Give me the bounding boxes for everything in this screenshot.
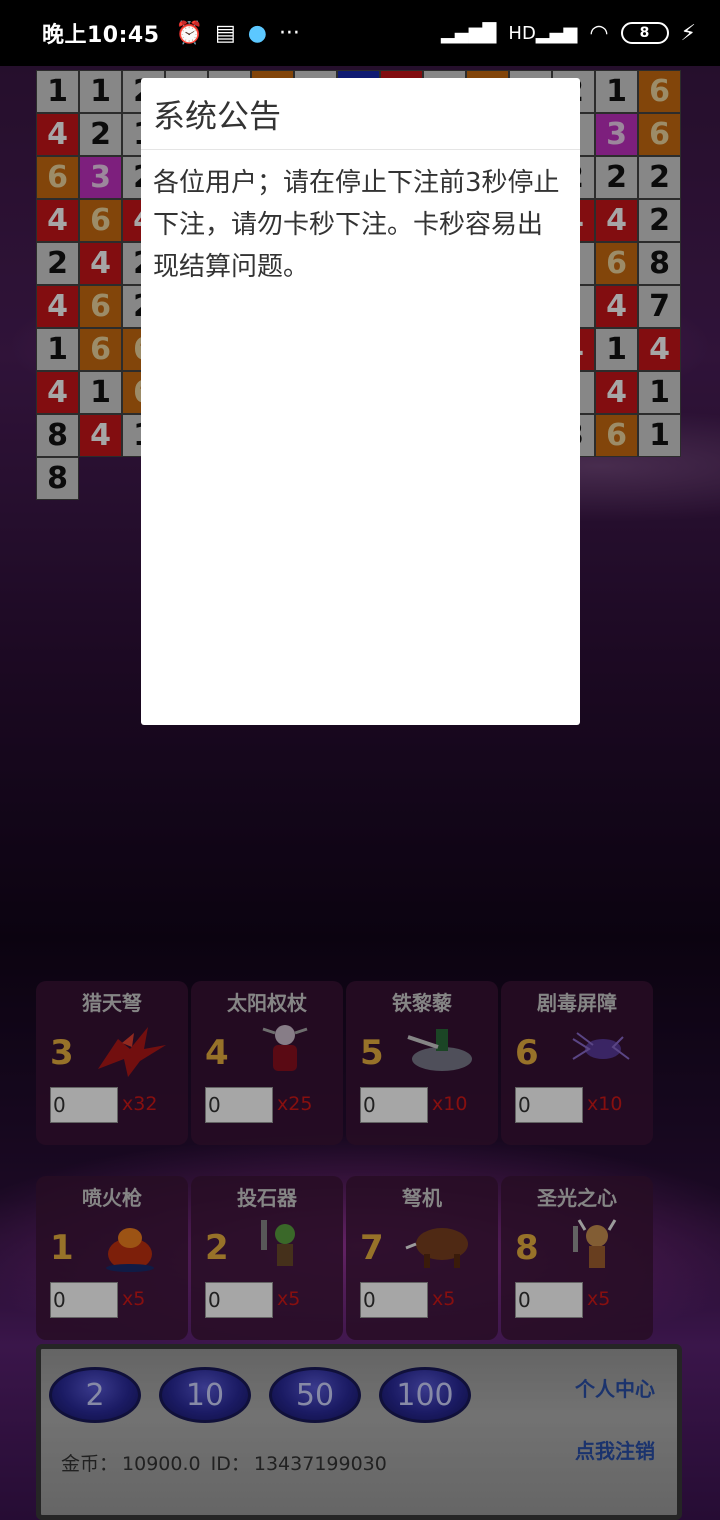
signal-icon: ▂▄▆█ [441, 22, 497, 44]
battery-icon: 8 [620, 22, 669, 44]
announcement-dialog: 系统公告 各位用户；请在停止下注前3秒停止下注，请勿卡秒下注。卡秒容易出现结算问… [141, 78, 580, 725]
status-time: 晚上10:45 [42, 23, 160, 48]
status-bar: 晚上10:45 ⏰ ▤ ● ··· ▂▄▆█ HD▂▄▆ ◠ 8 ⚡ [0, 0, 720, 66]
message-icon: ▤ [214, 20, 236, 46]
hd-signal-icon: HD▂▄▆ [508, 22, 578, 44]
dialog-body: 各位用户；请在停止下注前3秒停止下注，请勿卡秒下注。卡秒容易出现结算问题。 [153, 168, 560, 282]
qq-icon: ● [247, 20, 267, 46]
charging-icon: ⚡ [680, 20, 696, 46]
alarm-icon: ⏰ [175, 20, 203, 46]
battery-level: 8 [639, 25, 650, 41]
dialog-title: 系统公告 [141, 78, 580, 150]
more-icon: ··· [278, 20, 300, 46]
wifi-icon: ◠ [589, 20, 609, 46]
